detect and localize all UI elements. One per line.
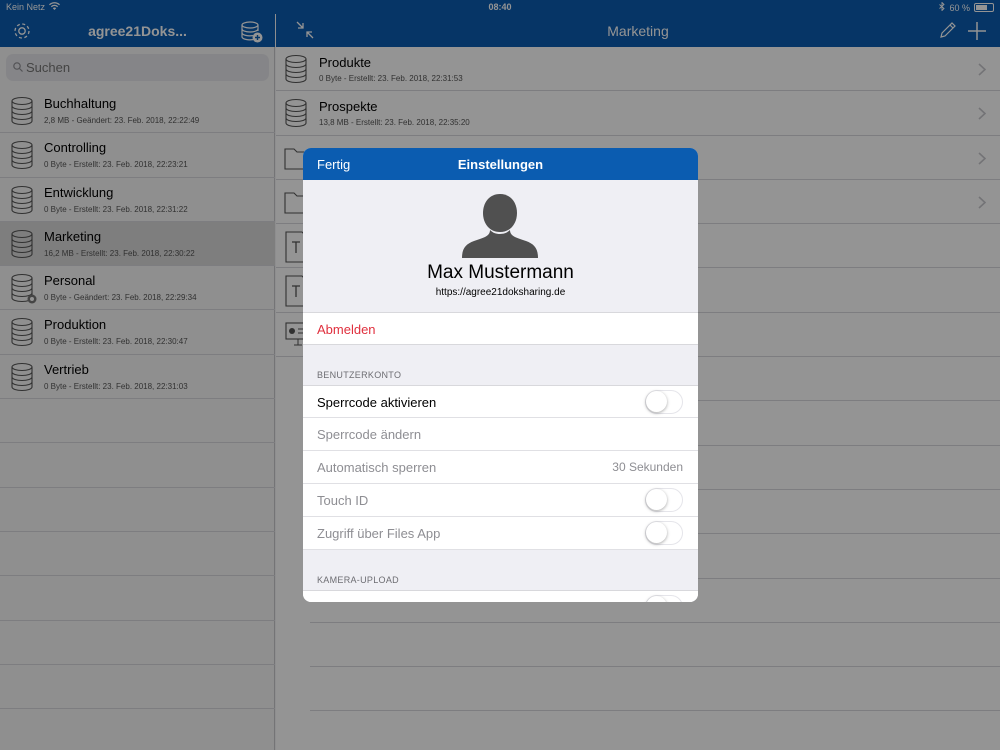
- setting-label: Automatisch sperren: [317, 460, 437, 475]
- user-url: https://agree21doksharing.de: [435, 287, 566, 298]
- setting-label: Sperrcode ändern: [317, 427, 422, 442]
- avatar: [460, 192, 540, 263]
- setting-touch-id: Touch ID: [303, 484, 698, 517]
- logout-label: Abmelden: [317, 322, 376, 337]
- setting-label: Touch ID: [317, 493, 369, 508]
- modal-header: Fertig Einstellungen: [303, 148, 698, 180]
- setting-files-app: Zugriff über Files App: [303, 517, 698, 550]
- touch-id-toggle[interactable]: [645, 488, 683, 512]
- user-name: Max Mustermann: [427, 262, 574, 283]
- modal-title: Einstellungen: [457, 157, 544, 172]
- files-app-toggle[interactable]: [645, 521, 683, 545]
- camera-upload-toggle[interactable]: [645, 595, 683, 602]
- setting-label: Sperrcode aktivieren: [317, 395, 437, 410]
- setting-passcode-change[interactable]: Sperrcode ändern: [303, 418, 698, 451]
- setting-label: Zugriff über Files App: [317, 526, 441, 541]
- profile-section: Max Mustermann https://agree21doksharing…: [303, 180, 698, 312]
- settings-modal: Fertig Einstellungen Max Mustermann http…: [303, 148, 698, 602]
- setting-auto-lock[interactable]: Automatisch sperren 30 Sekunden: [303, 451, 698, 484]
- setting-value: 30 Sekunden: [612, 460, 683, 474]
- logout-button[interactable]: Abmelden: [303, 312, 698, 345]
- setting-passcode-enable: Sperrcode aktivieren: [303, 385, 698, 418]
- passcode-toggle[interactable]: [645, 390, 683, 414]
- section-header-account: BENUTZERKONTO: [317, 370, 402, 380]
- setting-camera-upload: [303, 590, 698, 602]
- section-header-camera: KAMERA-UPLOAD: [317, 575, 399, 585]
